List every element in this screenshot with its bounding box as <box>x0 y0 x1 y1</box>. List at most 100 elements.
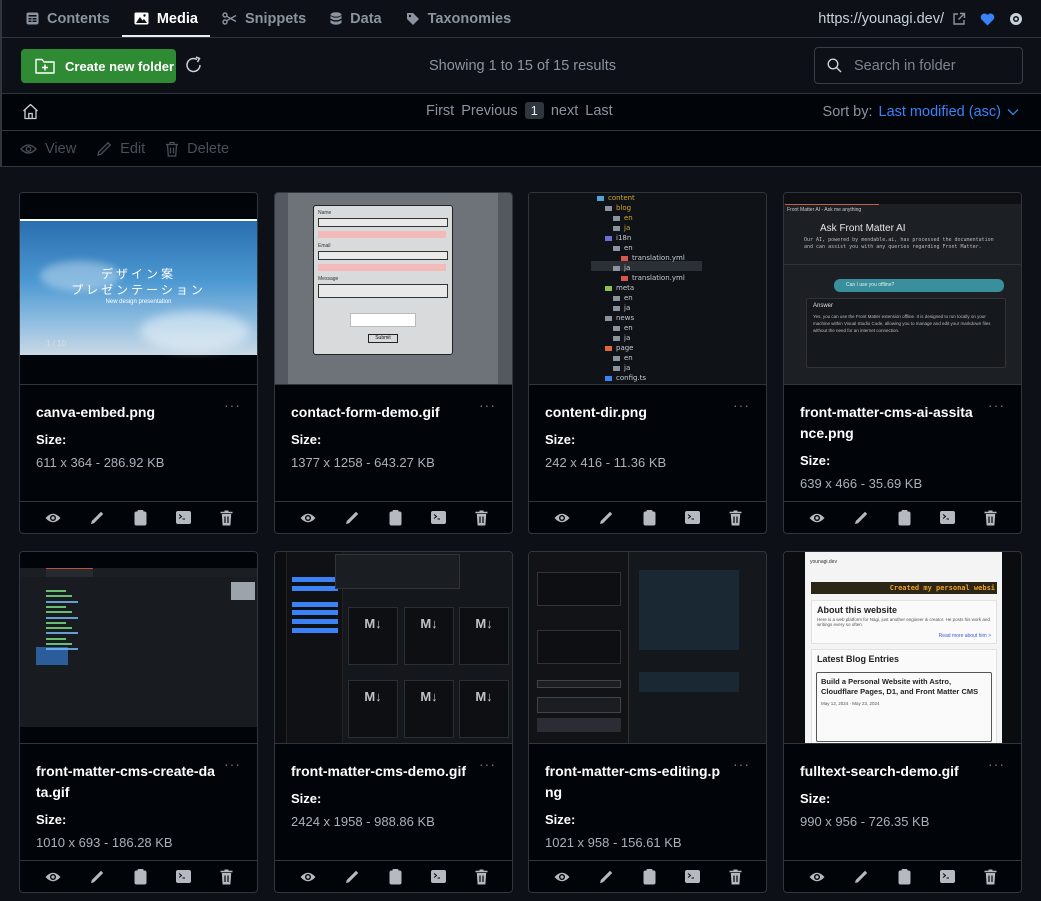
chevron-down-icon[interactable] <box>1007 108 1019 116</box>
first-page-link[interactable]: First <box>426 103 454 119</box>
view-action[interactable]: View <box>20 141 76 157</box>
more-options-icon[interactable]: ··· <box>733 397 750 413</box>
tab-media[interactable]: Media <box>121 0 211 38</box>
edit-icon[interactable] <box>90 869 105 884</box>
copy-icon[interactable] <box>134 509 147 526</box>
thumbnail-text: Email <box>318 243 331 249</box>
snippet-icon[interactable] <box>684 511 700 524</box>
copy-icon[interactable] <box>389 509 402 526</box>
delete-icon[interactable] <box>729 510 742 526</box>
refresh-icon[interactable] <box>184 55 204 78</box>
search-input[interactable] <box>854 57 1004 74</box>
media-card[interactable]: content blog en ja i18n en translation.yml ja tr… <box>528 192 767 534</box>
copy-icon[interactable] <box>134 868 147 885</box>
media-card[interactable]: younagi.dev Created my personal websi Ab… <box>783 551 1022 893</box>
more-options-icon[interactable]: ··· <box>988 756 1005 772</box>
media-thumbnail[interactable]: Front Matter AI - Ask me anything Ask Fr… <box>784 193 1021 385</box>
settings-icon[interactable] <box>1009 12 1023 26</box>
tab-snippets[interactable]: Snippets <box>210 0 318 38</box>
snippet-icon[interactable] <box>175 870 191 883</box>
view-icon[interactable] <box>45 871 61 883</box>
view-icon[interactable] <box>300 512 316 524</box>
tab-label: Contents <box>47 10 110 27</box>
snippet-icon[interactable] <box>939 870 955 883</box>
more-options-icon[interactable]: ··· <box>224 397 241 413</box>
tab-contents[interactable]: Contents <box>26 0 122 38</box>
delete-icon[interactable] <box>475 869 488 885</box>
media-thumbnail[interactable] <box>529 552 766 744</box>
view-icon[interactable] <box>809 512 825 524</box>
view-icon[interactable] <box>554 512 570 524</box>
edit-icon[interactable] <box>599 869 614 884</box>
previous-page-link[interactable]: Previous <box>461 103 517 119</box>
card-actions <box>784 501 1021 533</box>
tab-taxonomies[interactable]: Taxonomies <box>394 0 524 38</box>
snippet-icon[interactable] <box>684 870 700 883</box>
current-page[interactable]: 1 <box>524 102 544 119</box>
create-folder-button[interactable]: Create new folder <box>21 49 176 83</box>
media-thumbnail[interactable]: content blog en ja i18n en translation.yml ja tr… <box>529 193 766 385</box>
copy-icon[interactable] <box>389 868 402 885</box>
media-card[interactable]: Name Email Message Submit contact-form-d… <box>274 192 513 534</box>
media-card[interactable]: front-matter-cms-create-data.gif ··· Siz… <box>19 551 258 893</box>
view-icon[interactable] <box>554 871 570 883</box>
code-line <box>46 605 66 608</box>
delete-icon[interactable] <box>984 510 997 526</box>
media-thumbnail[interactable]: M↓ M↓ M↓ M↓ M↓ M↓ <box>275 552 512 744</box>
edit-icon[interactable] <box>854 869 869 884</box>
more-options-icon[interactable]: ··· <box>224 756 241 772</box>
media-card[interactable]: M↓ M↓ M↓ M↓ M↓ M↓ front-matter-cms-demo.gif ·… <box>274 551 513 893</box>
media-thumbnail[interactable] <box>20 552 257 744</box>
edit-icon[interactable] <box>345 510 360 525</box>
last-page-link[interactable]: Last <box>585 103 612 119</box>
copy-icon[interactable] <box>643 868 656 885</box>
snippet-icon[interactable] <box>175 511 191 524</box>
snippet-icon[interactable] <box>939 511 955 524</box>
heart-icon[interactable] <box>980 13 995 26</box>
home-icon[interactable] <box>22 103 39 123</box>
delete-icon[interactable] <box>729 869 742 885</box>
media-thumbnail[interactable]: younagi.dev Created my personal websi Ab… <box>784 552 1021 744</box>
more-options-icon[interactable]: ··· <box>988 397 1005 413</box>
delete-action[interactable]: Delete <box>165 141 229 157</box>
search-box[interactable] <box>814 47 1023 84</box>
more-options-icon[interactable]: ··· <box>479 756 496 772</box>
copy-icon[interactable] <box>898 509 911 526</box>
snippet-icon[interactable] <box>430 870 446 883</box>
view-icon[interactable] <box>300 871 316 883</box>
media-card[interactable]: デザイン案 プレゼンテーション New design presentation … <box>19 192 258 534</box>
view-icon[interactable] <box>45 512 61 524</box>
thumbnail-text: Created my personal websi <box>811 582 997 594</box>
site-url-link[interactable]: https://younagi.dev/ <box>818 11 944 27</box>
edit-icon[interactable] <box>90 510 105 525</box>
edit-icon[interactable] <box>345 869 360 884</box>
tree-item: config.ts <box>605 374 646 382</box>
media-thumbnail[interactable]: Name Email Message Submit <box>275 193 512 385</box>
delete-icon[interactable] <box>475 510 488 526</box>
external-link-icon[interactable] <box>952 12 966 26</box>
delete-icon[interactable] <box>220 510 233 526</box>
media-thumbnail[interactable]: デザイン案 プレゼンテーション New design presentation … <box>20 193 257 385</box>
tab-data[interactable]: Data <box>318 0 393 38</box>
next-page-link[interactable]: next <box>551 103 578 119</box>
size-label: Size: <box>800 791 831 806</box>
more-options-icon[interactable]: ··· <box>733 756 750 772</box>
edit-action[interactable]: Edit <box>96 141 145 157</box>
media-card[interactable]: front-matter-cms-editing.png ··· Size: 1… <box>528 551 767 893</box>
snippet-icon[interactable] <box>430 511 446 524</box>
file-size: 242 x 416 - 11.36 KB <box>545 455 667 470</box>
more-options-icon[interactable]: ··· <box>479 397 496 413</box>
file-size: 1010 x 693 - 186.28 KB <box>36 835 173 850</box>
delete-icon[interactable] <box>220 869 233 885</box>
card-actions <box>20 860 257 892</box>
view-icon[interactable] <box>809 871 825 883</box>
delete-icon[interactable] <box>984 869 997 885</box>
media-card[interactable]: Front Matter AI - Ask me anything Ask Fr… <box>783 192 1022 534</box>
file-name: fulltext-search-demo.gif <box>800 763 959 779</box>
copy-icon[interactable] <box>643 509 656 526</box>
edit-icon[interactable] <box>599 510 614 525</box>
size-label: Size: <box>545 812 576 827</box>
sort-dropdown[interactable]: Last modified (asc) <box>879 104 1002 120</box>
edit-icon[interactable] <box>854 510 869 525</box>
copy-icon[interactable] <box>898 868 911 885</box>
